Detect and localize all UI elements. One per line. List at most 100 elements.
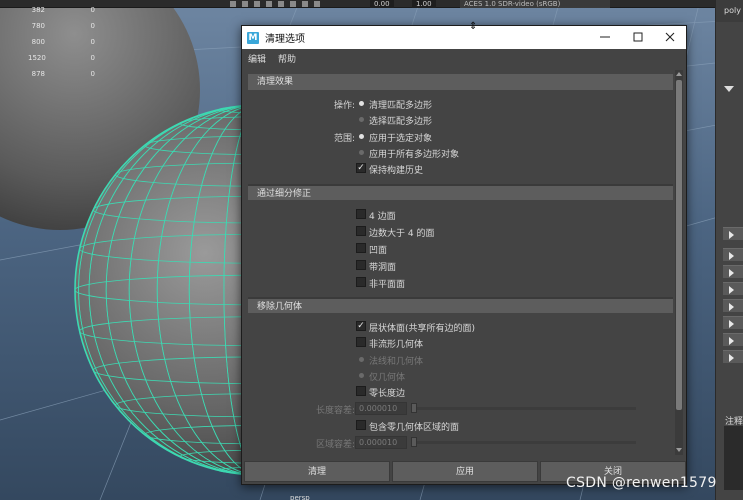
radio-select-matching[interactable]	[359, 117, 364, 122]
area-tolerance-field[interactable]: 0.000010	[355, 436, 407, 449]
faces-with-holes-label[interactable]: 带洞面	[369, 260, 396, 273]
hud-row: 800 0	[28, 34, 95, 50]
zero-area-faces-label[interactable]: 包含零几何体区域的面	[369, 420, 459, 433]
nonmanifold-checkbox[interactable]	[356, 337, 366, 347]
tool-icon[interactable]	[278, 1, 284, 7]
hud-value: 780	[31, 22, 45, 30]
node-tab[interactable]: poly	[716, 0, 743, 22]
keep-history-row: ✓ 保持构建历史	[248, 161, 673, 177]
section-expander[interactable]	[723, 333, 743, 346]
color-space-dropdown[interactable]: ACES 1.0 SDR-video (sRGB)	[460, 0, 610, 8]
chevron-down-icon[interactable]	[724, 86, 734, 92]
section-expander[interactable]	[723, 350, 743, 363]
exposure-field[interactable]: 0.00	[370, 0, 394, 8]
zero-length-edges-label[interactable]: 零长度边	[369, 386, 405, 399]
length-tolerance-slider-handle[interactable]	[411, 403, 417, 413]
scroll-down-icon[interactable]	[676, 448, 682, 452]
menu-help[interactable]: 帮助	[272, 49, 302, 66]
minimize-icon[interactable]	[599, 31, 611, 43]
tess-row: 凹面	[248, 241, 673, 257]
section-expander[interactable]	[723, 282, 743, 295]
close-icon[interactable]	[664, 31, 676, 43]
notes-field[interactable]	[724, 426, 743, 490]
operation-label: 操作:	[333, 101, 355, 111]
radio-geometry-only[interactable]	[359, 373, 364, 378]
tool-icon[interactable]	[266, 1, 272, 7]
dialog-titlebar[interactable]: M 清理选项	[242, 26, 686, 49]
more-than-four-sides-label[interactable]: 边数大于 4 的面	[369, 226, 434, 239]
hud-value: 382	[31, 6, 45, 14]
length-tolerance-slider[interactable]	[414, 407, 636, 410]
lamina-faces-checkbox[interactable]: ✓	[356, 321, 366, 331]
option-cleanup-matching[interactable]: 清理匹配多边形	[369, 98, 432, 111]
more-than-four-sides-checkbox[interactable]	[356, 226, 366, 236]
radio-cleanup-matching[interactable]	[359, 101, 364, 106]
tool-icon[interactable]	[254, 1, 260, 7]
watermark: CSDN @renwen1579	[566, 475, 717, 491]
section-expander[interactable]	[723, 265, 743, 278]
concave-faces-checkbox[interactable]	[356, 243, 366, 253]
section-expander[interactable]	[723, 299, 743, 312]
menu-edit[interactable]: 编辑	[242, 49, 272, 66]
tess-row: 4 边面	[248, 207, 673, 223]
lamina-faces-label[interactable]: 层状体面(共享所有边的面)	[369, 321, 475, 334]
area-tolerance-slider[interactable]	[414, 441, 636, 444]
nonmanifold-row: 非流形几何体	[248, 335, 673, 351]
scroll-up-icon[interactable]	[676, 72, 682, 76]
tess-row: 非平面面	[248, 275, 673, 291]
hud-value: 878	[31, 70, 45, 78]
options-scrollbar[interactable]	[675, 70, 683, 455]
hud-value: 0	[90, 70, 95, 78]
option-apply-selected[interactable]: 应用于选定对象	[369, 131, 432, 144]
radio-apply-all[interactable]	[359, 150, 364, 155]
section-header-tessellate[interactable]: 通过细分修正	[248, 184, 673, 200]
resize-cursor-icon: ⇕	[469, 21, 478, 32]
gamma-field[interactable]: 1.00	[412, 0, 436, 8]
hud-row: 1520 0	[28, 50, 95, 66]
tool-icon[interactable]	[314, 1, 320, 7]
tool-icon[interactable]	[230, 1, 236, 7]
toolbar-icons	[230, 0, 320, 8]
section-header-cleanup-effect[interactable]: 清理效果	[248, 74, 673, 90]
operation-row-1: 操作: 清理匹配多边形	[248, 96, 673, 112]
zero-length-edges-checkbox[interactable]	[356, 386, 366, 396]
length-tolerance-row: 长度容差: 0.000010	[248, 401, 673, 417]
nonmanifold-label[interactable]: 非流形几何体	[369, 337, 423, 350]
non-planar-faces-label[interactable]: 非平面面	[369, 277, 405, 290]
option-select-matching[interactable]: 选择匹配多边形	[369, 114, 432, 127]
tool-icon[interactable]	[290, 1, 296, 7]
radio-apply-selected[interactable]	[359, 134, 364, 139]
section-header-remove-geometry[interactable]: 移除几何体	[248, 297, 673, 313]
tess-row: 边数大于 4 的面	[248, 224, 673, 240]
length-tolerance-label: 长度容差:	[315, 406, 355, 416]
option-geometry-only[interactable]: 仅几何体	[369, 370, 405, 383]
maximize-icon[interactable]	[632, 31, 644, 43]
keep-history-checkbox[interactable]: ✓	[356, 163, 366, 173]
scrollbar-thumb[interactable]	[676, 80, 682, 410]
section-expander[interactable]	[723, 316, 743, 329]
area-tolerance-slider-handle[interactable]	[411, 437, 417, 447]
length-tolerance-field[interactable]: 0.000010	[355, 402, 407, 415]
tool-icon[interactable]	[242, 1, 248, 7]
zero-area-faces-checkbox[interactable]	[356, 420, 366, 430]
scope-label: 范围:	[333, 134, 355, 144]
hud-value: 800	[31, 38, 45, 46]
cleanup-button[interactable]: 清理	[244, 461, 390, 482]
tool-icon[interactable]	[302, 1, 308, 7]
concave-faces-label[interactable]: 凹面	[369, 243, 387, 256]
non-planar-faces-checkbox[interactable]	[356, 277, 366, 287]
radio-normals-and-geometry[interactable]	[359, 357, 364, 362]
option-normals-and-geometry[interactable]: 法线和几何体	[369, 354, 423, 367]
hud-row: 780 0	[28, 18, 95, 34]
apply-button[interactable]: 应用	[392, 461, 538, 482]
section-expander[interactable]	[723, 248, 743, 261]
area-tolerance-row: 区域容差: 0.000010	[248, 435, 673, 451]
triangle-right-icon	[729, 337, 734, 345]
faces-with-holes-checkbox[interactable]	[356, 260, 366, 270]
four-sided-faces-label[interactable]: 4 边面	[369, 209, 396, 222]
section-expander[interactable]	[723, 227, 743, 240]
keep-history-label[interactable]: 保持构建历史	[369, 163, 423, 176]
option-apply-all[interactable]: 应用于所有多边形对象	[369, 147, 459, 160]
four-sided-faces-checkbox[interactable]	[356, 209, 366, 219]
zero-area-row: 包含零几何体区域的面	[248, 418, 673, 434]
